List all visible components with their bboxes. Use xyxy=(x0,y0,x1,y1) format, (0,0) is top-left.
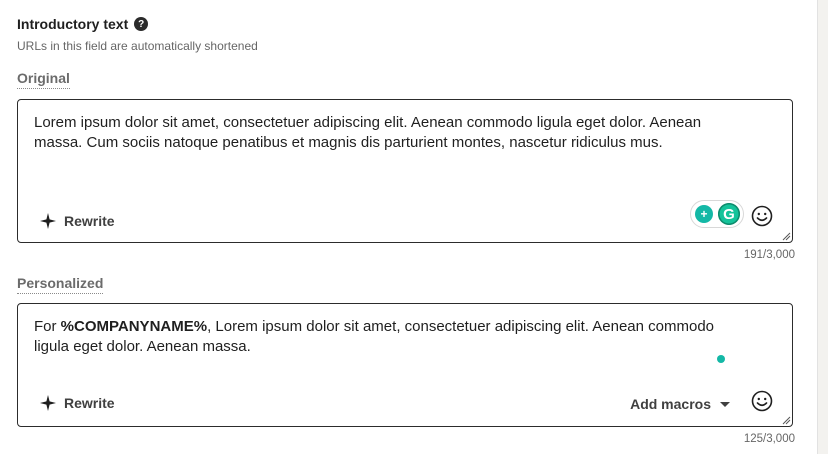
section-title: Introductory text xyxy=(17,16,129,32)
personalized-text-prefix: For xyxy=(34,318,61,335)
add-macros-dropdown[interactable]: Add macros xyxy=(630,396,730,412)
original-char-counter: 191/3,000 xyxy=(743,249,795,261)
emoji-icon[interactable] xyxy=(751,390,773,412)
add-macros-label: Add macros xyxy=(630,396,711,412)
lightbulb-icon[interactable]: + xyxy=(695,205,713,223)
grammarly-widget[interactable]: + G xyxy=(690,200,744,228)
personalized-textarea[interactable]: For %COMPANYNAME%, Lorem ipsum dolor sit… xyxy=(17,303,793,427)
resize-handle-icon[interactable] xyxy=(781,415,791,425)
field-hint: URLs in this field are automatically sho… xyxy=(17,39,258,53)
grammarly-logo-icon[interactable]: G xyxy=(718,203,740,225)
sparkle-icon xyxy=(40,213,56,229)
personalized-rewrite-button[interactable]: Rewrite xyxy=(40,395,115,411)
scrollbar-track[interactable] xyxy=(817,0,828,454)
question-circle-icon[interactable]: ? xyxy=(134,17,149,31)
original-textarea[interactable]: Lorem ipsum dolor sit amet, consectetuer… xyxy=(17,99,793,243)
original-text[interactable]: Lorem ipsum dolor sit amet, consectetuer… xyxy=(34,113,748,153)
personalized-char-counter: 125/3,000 xyxy=(743,433,795,445)
personalized-text[interactable]: For %COMPANYNAME%, Lorem ipsum dolor sit… xyxy=(34,317,748,357)
resize-handle-icon[interactable] xyxy=(781,231,791,241)
section-header: Introductory text ? xyxy=(17,16,149,32)
rewrite-label: Rewrite xyxy=(64,213,115,229)
original-label[interactable]: Original xyxy=(17,70,70,89)
original-rewrite-button[interactable]: Rewrite xyxy=(40,213,115,229)
company-name-macro: %COMPANYNAME% xyxy=(60,318,208,335)
sparkle-icon xyxy=(40,395,56,411)
emoji-icon[interactable] xyxy=(751,205,773,227)
caret-down-icon xyxy=(720,401,730,407)
status-dot xyxy=(717,355,725,363)
personalized-label[interactable]: Personalized xyxy=(17,275,104,294)
rewrite-label: Rewrite xyxy=(64,395,115,411)
